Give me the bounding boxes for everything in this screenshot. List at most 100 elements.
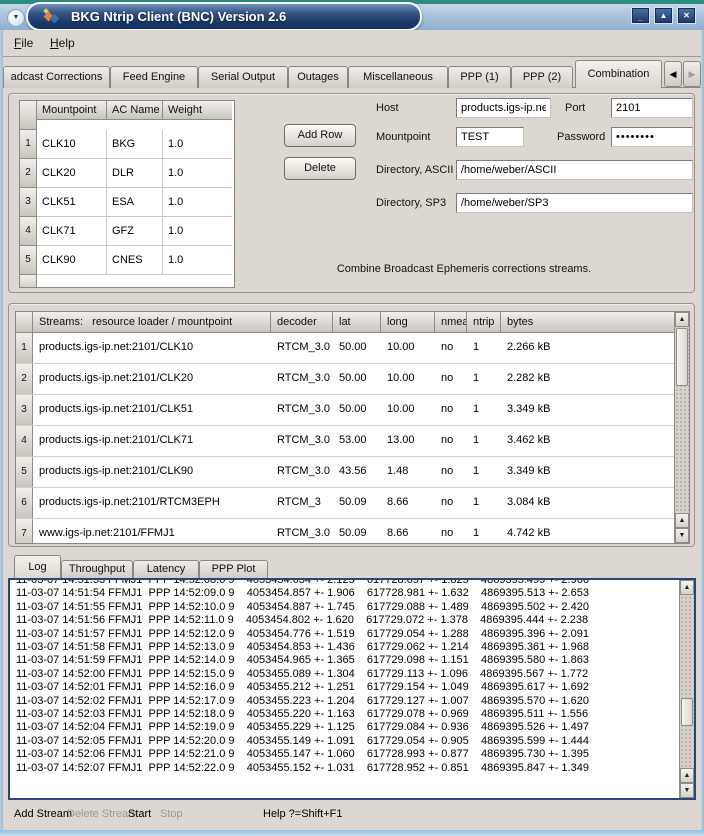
window-menu-button[interactable]: ▼ — [7, 9, 25, 27]
menu-help[interactable]: Help — [50, 36, 75, 50]
mountpoint-input[interactable] — [456, 127, 524, 147]
tab-throughput[interactable]: Throughput — [61, 560, 133, 578]
cell-ntrip[interactable]: 1 — [467, 488, 501, 518]
stream-row[interactable]: 1 products.igs-ip.net:2101/CLK10 RTCM_3.… — [16, 333, 689, 364]
log-scrollbar[interactable]: ▲ ▲ ▼ — [679, 580, 694, 798]
cell-lat[interactable]: 50.09 — [333, 519, 381, 544]
cell-lat[interactable]: 50.00 — [333, 364, 381, 394]
cell-ntrip[interactable]: 1 — [467, 333, 501, 363]
cell-ntrip[interactable]: 1 — [467, 426, 501, 456]
host-input[interactable] — [456, 98, 551, 118]
cell-decoder[interactable]: RTCM_3.0 — [271, 364, 333, 394]
tab-feed-engine[interactable]: Feed Engine — [110, 66, 198, 88]
tab-ppp-2[interactable]: PPP (2) — [511, 66, 573, 88]
scroll-up-button[interactable]: ▲ — [675, 513, 689, 528]
cell-decoder[interactable]: RTCM_3.0 — [271, 457, 333, 487]
maximize-button[interactable]: ▲ — [655, 8, 672, 23]
cell-weight[interactable]: 1.0 — [163, 246, 232, 275]
cell-stream[interactable]: products.igs-ip.net:2101/CLK10 — [33, 333, 271, 363]
cell-mountpoint[interactable]: CLK20 — [37, 159, 107, 188]
start-button[interactable]: Start — [128, 808, 151, 820]
cell-bytes[interactable]: 2.282 kB — [501, 364, 674, 394]
add-stream-button[interactable]: Add Stream — [14, 808, 72, 820]
cell-weight[interactable]: 1.0 — [163, 217, 232, 246]
cell-decoder[interactable]: RTCM_3.0 — [271, 395, 333, 425]
tab-scroll-left-button[interactable]: ◀ — [664, 61, 682, 87]
cell-ac-name[interactable]: GFZ — [107, 217, 163, 246]
cell-long[interactable]: 8.66 — [381, 519, 435, 544]
scroll-down-button[interactable]: ▼ — [680, 783, 694, 798]
cell-decoder[interactable]: RTCM_3 — [271, 488, 333, 518]
cell-ac-name[interactable]: BKG — [107, 130, 163, 159]
table-row[interactable]: 2 CLK20 DLR 1.0 — [20, 159, 234, 188]
directory-ascii-input[interactable] — [456, 160, 693, 180]
cell-ntrip[interactable]: 1 — [467, 364, 501, 394]
scrollbar-thumb[interactable] — [676, 328, 688, 386]
stream-row[interactable]: 2 products.igs-ip.net:2101/CLK20 RTCM_3.… — [16, 364, 689, 395]
stream-row[interactable]: 5 products.igs-ip.net:2101/CLK90 RTCM_3.… — [16, 457, 689, 488]
cell-ac-name[interactable]: DLR — [107, 159, 163, 188]
cell-stream[interactable]: products.igs-ip.net:2101/CLK20 — [33, 364, 271, 394]
tab-latency[interactable]: Latency — [133, 560, 199, 578]
cell-nmea[interactable]: no — [435, 457, 467, 487]
cell-nmea[interactable]: no — [435, 395, 467, 425]
cell-mountpoint[interactable]: CLK10 — [37, 130, 107, 159]
cell-nmea[interactable]: no — [435, 364, 467, 394]
cell-long[interactable]: 1.48 — [381, 457, 435, 487]
cell-bytes[interactable]: 4.742 kB — [501, 519, 674, 544]
cell-decoder[interactable]: RTCM_3.0 — [271, 333, 333, 363]
tab-broadcast-corrections[interactable]: adcast Corrections — [3, 66, 110, 88]
cell-weight[interactable]: 1.0 — [163, 188, 232, 217]
table-row[interactable]: 3 CLK51 ESA 1.0 — [20, 188, 234, 217]
cell-ac-name[interactable]: CNES — [107, 246, 163, 275]
cell-lat[interactable]: 50.00 — [333, 333, 381, 363]
cell-mountpoint[interactable]: CLK71 — [37, 217, 107, 246]
tab-outages[interactable]: Outages — [288, 66, 348, 88]
cell-stream[interactable]: www.igs-ip.net:2101/FFMJ1 — [33, 519, 271, 544]
cell-stream[interactable]: products.igs-ip.net:2101/CLK71 — [33, 426, 271, 456]
cell-ntrip[interactable]: 1 — [467, 457, 501, 487]
scroll-up-button[interactable]: ▲ — [680, 768, 694, 783]
cell-bytes[interactable]: 3.349 kB — [501, 457, 674, 487]
cell-bytes[interactable]: 3.349 kB — [501, 395, 674, 425]
port-input[interactable] — [611, 98, 693, 118]
cell-ntrip[interactable]: 1 — [467, 395, 501, 425]
cell-long[interactable]: 10.00 — [381, 395, 435, 425]
password-input[interactable] — [611, 127, 693, 147]
stream-row[interactable]: 3 products.igs-ip.net:2101/CLK51 RTCM_3.… — [16, 395, 689, 426]
cell-nmea[interactable]: no — [435, 333, 467, 363]
stream-row[interactable]: 6 products.igs-ip.net:2101/RTCM3EPH RTCM… — [16, 488, 689, 519]
cell-weight[interactable]: 1.0 — [163, 130, 232, 159]
cell-stream[interactable]: products.igs-ip.net:2101/CLK90 — [33, 457, 271, 487]
table-row[interactable]: 1 CLK10 BKG 1.0 — [20, 130, 234, 159]
cell-mountpoint[interactable]: CLK90 — [37, 246, 107, 275]
scroll-down-button[interactable]: ▼ — [675, 528, 689, 543]
cell-nmea[interactable]: no — [435, 426, 467, 456]
table-row[interactable]: 5 CLK90 CNES 1.0 — [20, 246, 234, 275]
delete-row-button[interactable]: Delete — [284, 157, 356, 180]
minimize-button[interactable]: _ — [632, 8, 649, 23]
cell-nmea[interactable]: no — [435, 488, 467, 518]
menu-file[interactable]: File — [14, 36, 33, 50]
cell-long[interactable]: 8.66 — [381, 488, 435, 518]
cell-lat[interactable]: 53.00 — [333, 426, 381, 456]
stream-row[interactable]: 4 products.igs-ip.net:2101/CLK71 RTCM_3.… — [16, 426, 689, 457]
add-row-button[interactable]: Add Row — [284, 124, 356, 147]
scroll-up-button[interactable]: ▲ — [675, 312, 689, 327]
scroll-up-button[interactable]: ▲ — [680, 580, 694, 595]
close-button[interactable]: ✕ — [678, 8, 695, 23]
cell-bytes[interactable]: 2.266 kB — [501, 333, 674, 363]
cell-lat[interactable]: 50.00 — [333, 395, 381, 425]
cell-ac-name[interactable]: ESA — [107, 188, 163, 217]
cell-long[interactable]: 10.00 — [381, 364, 435, 394]
directory-sp3-input[interactable] — [456, 193, 693, 213]
scrollbar-thumb[interactable] — [681, 698, 693, 726]
cell-lat[interactable]: 50.09 — [333, 488, 381, 518]
cell-bytes[interactable]: 3.084 kB — [501, 488, 674, 518]
cell-decoder[interactable]: RTCM_3.0 — [271, 519, 333, 544]
cell-nmea[interactable]: no — [435, 519, 467, 544]
table-row[interactable]: 4 CLK71 GFZ 1.0 — [20, 217, 234, 246]
tab-log[interactable]: Log — [14, 555, 61, 578]
stream-row[interactable]: 7 www.igs-ip.net:2101/FFMJ1 RTCM_3.0 50.… — [16, 519, 689, 544]
cell-long[interactable]: 13.00 — [381, 426, 435, 456]
